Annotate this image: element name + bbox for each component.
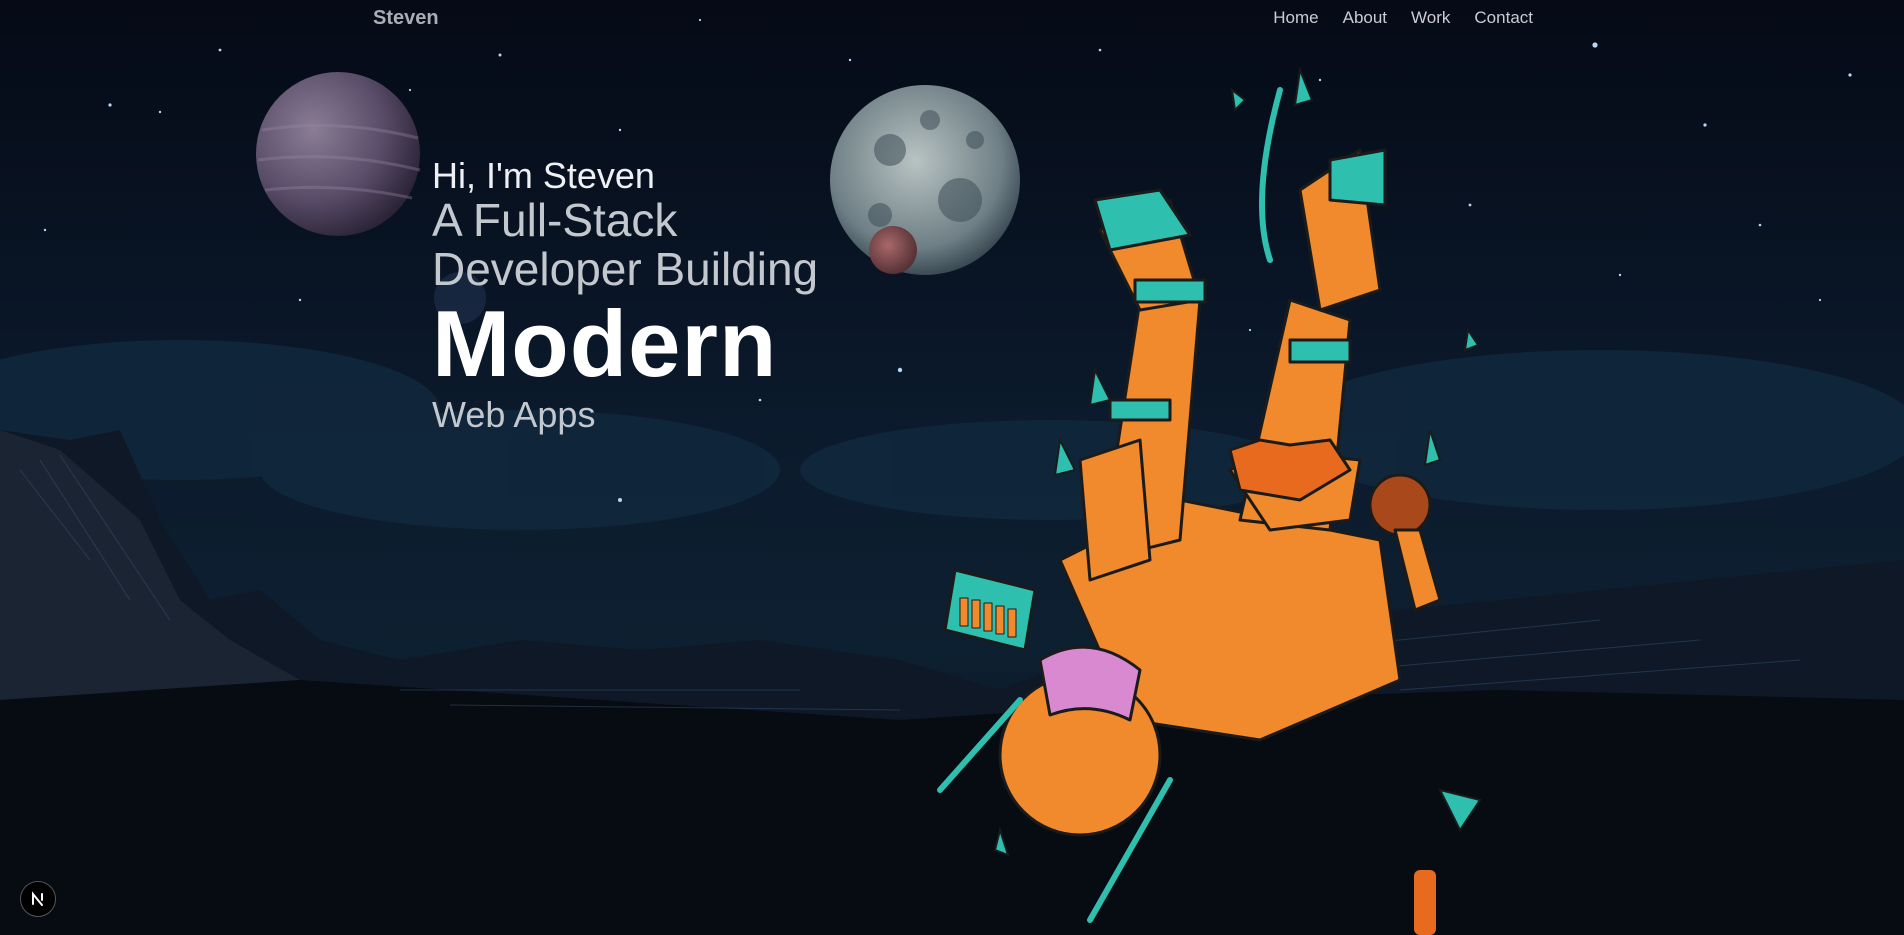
nav-link-contact[interactable]: Contact [1474, 8, 1533, 28]
nav-link-home[interactable]: Home [1273, 8, 1318, 28]
nav-menu: Home About Work Contact [1273, 8, 1533, 28]
nextjs-dev-badge[interactable] [20, 881, 56, 917]
hero-greeting: Hi, I'm Steven [432, 155, 655, 196]
nextjs-n-icon [32, 891, 43, 906]
hero-section: Hi, I'm Steven A Full-Stack Developer Bu… [432, 156, 818, 436]
nav-link-about[interactable]: About [1343, 8, 1387, 28]
hero-line-1: A Full-Stack [432, 194, 678, 246]
hero-highlight: Modern [432, 291, 778, 396]
top-navigation: Steven Home About Work Contact [0, 0, 1904, 36]
astronaut-illustration [937, 66, 1482, 935]
hero-line-2: Developer Building [432, 243, 819, 295]
hero-line-3: Web Apps [432, 394, 596, 435]
nav-link-work[interactable]: Work [1411, 8, 1450, 28]
brand-logo-link[interactable]: Steven [373, 7, 439, 30]
